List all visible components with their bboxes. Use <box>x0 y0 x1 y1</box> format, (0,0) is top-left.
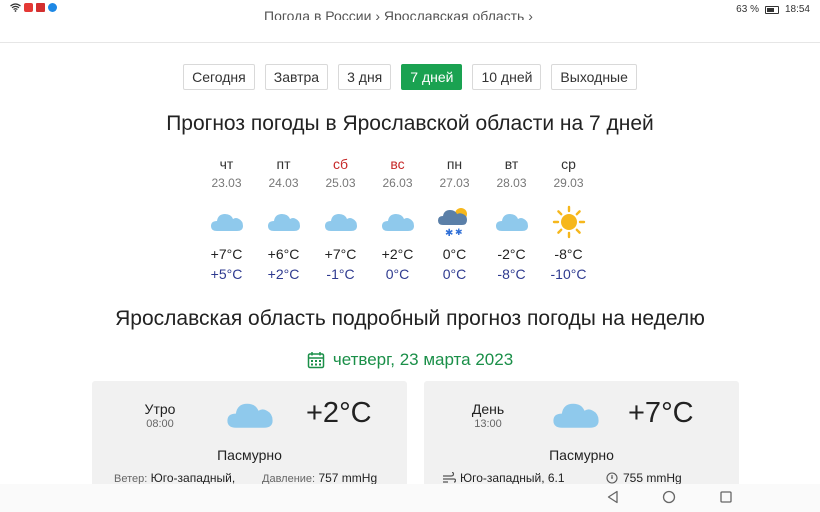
pressure-info: 755 mmHg <box>606 471 682 485</box>
page-title: Прогноз погоды в Ярославской области на … <box>166 112 654 135</box>
home-icon[interactable] <box>662 490 676 504</box>
min-temp: 0°C <box>442 266 467 282</box>
cloud-icon <box>267 214 300 231</box>
max-temp: +6°C <box>267 246 300 262</box>
breadcrumb-separator: › <box>528 8 533 20</box>
day-date: 24.03 <box>268 176 299 190</box>
pressure-info: Давление: 757 mmHg <box>262 471 377 485</box>
period-label: Утро <box>144 401 176 417</box>
breadcrumb-separator: › <box>375 8 381 20</box>
wind-icon <box>443 472 456 483</box>
day-date: 25.03 <box>325 176 356 190</box>
day-date: 26.03 <box>382 176 413 190</box>
tab-7-days[interactable]: 7 дней <box>401 64 463 90</box>
day-date: 27.03 <box>439 176 470 190</box>
day-date: 29.03 <box>553 176 584 190</box>
battery-level: 63 % <box>736 4 759 15</box>
min-temp: -10°C <box>550 266 587 282</box>
day-name: пн <box>446 156 463 172</box>
min-temp: 0°C <box>385 266 410 282</box>
system-navigation-bar <box>0 484 820 512</box>
forecast-card-morning: Утро 08:00 +2°C Пасмурно Ветер: Юго-запа… <box>92 381 407 491</box>
date-heading-text: четверг, 23 марта 2023 <box>332 350 514 369</box>
day-date: 23.03 <box>211 176 242 190</box>
sun-icon <box>552 205 585 239</box>
pressure-value: 757 mmHg <box>318 471 378 485</box>
wind-value: Юго-западный, 6.1 <box>460 471 565 485</box>
tab-today[interactable]: Сегодня <box>183 64 255 90</box>
tab-weekend[interactable]: Выходные <box>551 64 637 90</box>
calendar-notification-icon <box>36 3 45 12</box>
cloud-icon <box>324 214 357 231</box>
day-column[interactable]: сб 25.03 +7°C -1°C <box>312 156 369 286</box>
day-column[interactable]: чт 23.03 +7°C +5°C <box>198 156 255 286</box>
day-column[interactable]: пн 27.03 ✱ ✱ 0°C 0°C <box>426 156 483 286</box>
cloud-icon <box>495 214 528 231</box>
breadcrumb-russia-link[interactable]: Погода в России <box>264 8 371 20</box>
period-temperature: +7°C <box>628 397 694 429</box>
day-name: пт <box>276 156 291 172</box>
day-date: 28.03 <box>496 176 527 190</box>
max-temp: -2°C <box>497 246 526 262</box>
section-title: Ярославская область подробный прогноз по… <box>115 307 705 330</box>
cloud-icon <box>553 403 599 428</box>
breadcrumb-region-link[interactable]: Ярославская область <box>384 8 524 20</box>
tab-tomorrow[interactable]: Завтра <box>264 64 329 90</box>
max-temp: +7°C <box>324 246 357 262</box>
barometer-icon <box>606 472 618 484</box>
day-column[interactable]: вс 26.03 +2°C 0°C <box>369 156 426 286</box>
tab-3-days[interactable]: 3 дня <box>338 64 392 90</box>
day-column[interactable]: вт 28.03 -2°C -8°C <box>483 156 540 286</box>
condition-text: Пасмурно <box>217 447 282 463</box>
status-icons <box>10 3 57 12</box>
day-name: чт <box>219 156 234 172</box>
battery-icon <box>764 5 779 14</box>
day-column[interactable]: ср 29.03 -8°C -10°C <box>540 156 597 286</box>
date-heading: четверг, 23 марта 2023 <box>0 350 820 370</box>
max-temp: -8°C <box>554 246 583 262</box>
cloud-icon <box>381 214 414 231</box>
wind-info: Ветер: Юго-западный, <box>114 471 235 485</box>
forecast-period-tabs: Сегодня Завтра 3 дня 7 дней 10 дней Выхо… <box>0 64 820 90</box>
calendar-icon <box>307 352 325 369</box>
svg-text:✱: ✱ <box>455 228 463 238</box>
svg-text:✱: ✱ <box>445 228 453 238</box>
back-icon[interactable] <box>606 490 620 504</box>
day-column[interactable]: пт 24.03 +6°C +2°C <box>255 156 312 286</box>
max-temp: +7°C <box>210 246 243 262</box>
clock: 18:54 <box>784 4 810 15</box>
seven-day-forecast: чт 23.03 +7°C +5°C пт 24.03 +6°C +2°C сб… <box>198 156 597 286</box>
cloud-icon <box>210 214 243 231</box>
min-temp: +2°C <box>267 266 300 282</box>
condition-text: Пасмурно <box>549 447 614 463</box>
period-time: 08:00 <box>146 418 174 430</box>
max-temp: 0°C <box>442 246 467 262</box>
day-name: ср <box>561 156 576 172</box>
min-temp: -8°C <box>497 266 526 282</box>
breadcrumb: Погода в России › Ярославская область › <box>264 8 533 20</box>
min-temp: +5°C <box>210 266 243 282</box>
snow-cloud-icon: ✱ ✱ <box>437 208 467 238</box>
day-name: вт <box>504 156 519 172</box>
wind-info: Юго-западный, 6.1 <box>442 471 565 485</box>
period-temperature: +2°C <box>306 397 372 429</box>
day-name-weekend: сб <box>332 156 349 172</box>
day-name-weekend: вс <box>390 156 405 172</box>
period-label: День <box>471 401 505 417</box>
forecast-card-day: День 13:00 +7°C Пасмурно Юго-западный, 6… <box>424 381 739 491</box>
app-notification-icon <box>24 3 33 12</box>
wifi-icon <box>10 3 21 12</box>
tab-10-days[interactable]: 10 дней <box>472 64 542 90</box>
recent-apps-icon[interactable] <box>719 490 733 504</box>
divider <box>0 42 820 43</box>
pressure-value: 755 mmHg <box>623 471 682 485</box>
browser-notification-icon <box>48 3 57 12</box>
period-time: 13:00 <box>474 418 502 430</box>
min-temp: -1°C <box>326 266 355 282</box>
wind-value: Юго-западный, <box>150 471 236 485</box>
cloud-icon <box>227 403 273 428</box>
max-temp: +2°C <box>381 246 414 262</box>
